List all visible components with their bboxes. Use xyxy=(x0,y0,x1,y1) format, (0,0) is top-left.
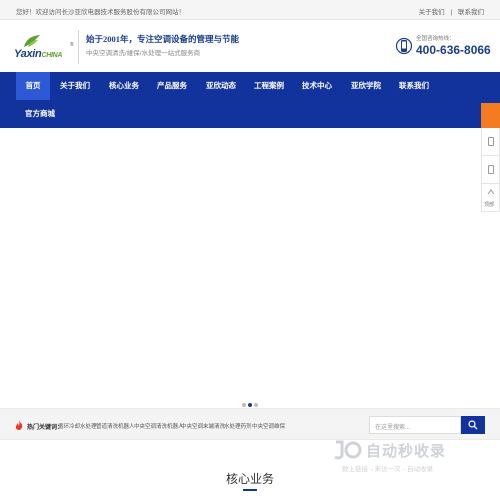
header-divider xyxy=(78,30,79,64)
keyword-link[interactable]: 中央空调维保 xyxy=(252,422,285,430)
nav-item-news[interactable]: 亚欣动态 xyxy=(201,72,241,100)
hot-keywords-bar: 热门关键词： 循环冷却水处理 管道清洗机器人 中央空调清洗机器人 中央空调末端清… xyxy=(0,408,500,440)
top-link-separator: | xyxy=(450,9,453,16)
side-mobile-button[interactable] xyxy=(481,156,500,184)
logo-wordmark: YaxinCHINA xyxy=(14,48,63,60)
watermark-logo-icon xyxy=(334,440,362,460)
side-phone-button[interactable] xyxy=(481,128,500,156)
nav-item-home[interactable]: 首页 xyxy=(16,72,50,100)
welcome-text: 您好！欢迎访问长沙亚欣电器技术服务股份有限公司网站！ xyxy=(16,9,185,16)
keyword-link[interactable]: 水处理药剂 xyxy=(224,422,252,430)
nav-item-products[interactable]: 产品服务 xyxy=(152,72,192,100)
keyword-link[interactable]: 循环冷却水处理 xyxy=(58,422,97,430)
top-link-about[interactable]: 关于我们 xyxy=(419,9,445,16)
banner-dot[interactable] xyxy=(242,403,246,407)
nav-item-core-business[interactable]: 核心业务 xyxy=(104,72,144,100)
registered-mark: ® xyxy=(70,42,74,48)
nav-item-tech[interactable]: 技术中心 xyxy=(297,72,337,100)
side-float-bar: 顶部 xyxy=(481,103,500,212)
search-button[interactable] xyxy=(461,416,485,434)
leaf-logo-icon xyxy=(24,35,40,47)
keyword-link[interactable]: 中央空调末端清洗 xyxy=(181,422,225,430)
banner-dot[interactable] xyxy=(254,403,258,407)
keyword-link[interactable]: 中央空调清洗机器人 xyxy=(134,422,184,430)
nav-item-cases[interactable]: 工程案例 xyxy=(249,72,289,100)
nav-item-academy[interactable]: 亚欣学院 xyxy=(346,72,386,100)
side-top-button[interactable]: 顶部 xyxy=(481,184,500,212)
hotline-number[interactable]: 400-636-8066 xyxy=(416,43,491,57)
top-link-contact[interactable]: 联系我们 xyxy=(458,9,484,16)
hero-banner[interactable] xyxy=(0,128,500,408)
keyword-link[interactable]: 管道清洗机器人 xyxy=(96,422,135,430)
main-nav: 首页 关于我们 核心业务 产品服务 亚欣动态 工程案例 技术中心 亚欣学院 联系… xyxy=(0,72,500,128)
top-bar: 您好！欢迎访问长沙亚欣电器技术服务股份有限公司网站！ 关于我们 | 联系我们 xyxy=(0,0,500,20)
section-title-underline xyxy=(243,489,257,491)
side-float-top[interactable] xyxy=(481,103,500,128)
watermark-title: 自动秒收录 xyxy=(366,443,447,460)
fire-icon xyxy=(15,420,23,430)
slogan-main: 始于2001年，专注空调设备的管理与节能 xyxy=(86,34,240,44)
phone-icon xyxy=(396,37,412,55)
nav-item-about[interactable]: 关于我们 xyxy=(55,72,95,100)
search-icon xyxy=(468,420,478,430)
hotline-label: 全国咨询热线： xyxy=(416,36,455,42)
nav-item-shop[interactable]: 官方商城 xyxy=(20,100,60,128)
search-input[interactable]: 在这里搜索... xyxy=(369,416,461,434)
site-header: YaxinCHINA ® 始于2001年，专注空调设备的管理与节能 中央空调清洗… xyxy=(0,20,500,72)
phone-icon xyxy=(488,137,494,146)
side-top-label: 顶部 xyxy=(484,202,495,208)
mobile-icon xyxy=(488,165,494,174)
arrow-up-icon xyxy=(487,189,495,195)
slogan-sub: 中央空调清洗/維保/水处理一站式服务商 xyxy=(86,50,201,57)
top-links: 关于我们 | 联系我们 xyxy=(415,6,484,16)
section-title-core-business: 核心业务 xyxy=(225,472,274,486)
nav-item-contact[interactable]: 联系我们 xyxy=(394,72,434,100)
banner-dot-active[interactable] xyxy=(248,403,252,407)
logo[interactable]: YaxinCHINA ® xyxy=(14,32,74,64)
